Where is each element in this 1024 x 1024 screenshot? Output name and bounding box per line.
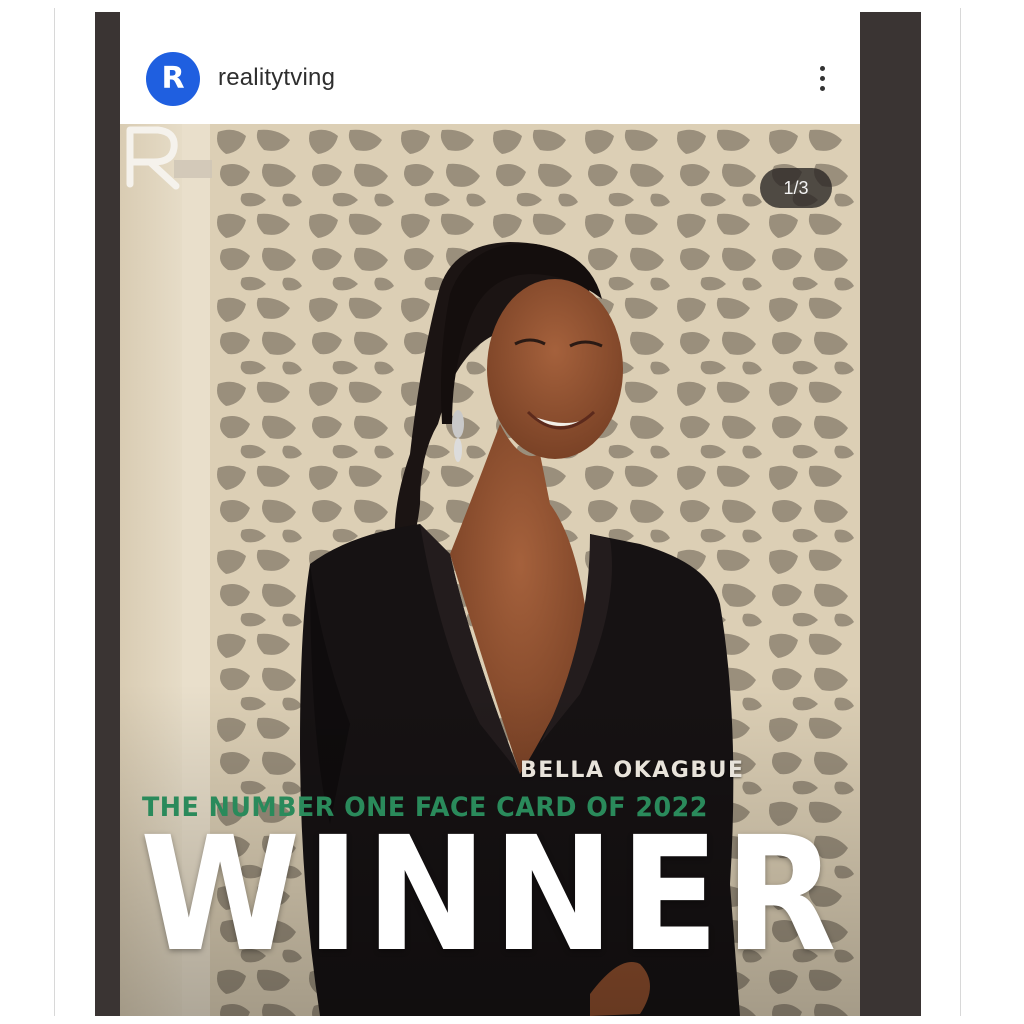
more-options-button[interactable] <box>810 58 834 98</box>
avatar-letter: R <box>161 61 185 96</box>
post-header: R realitytving <box>120 12 860 124</box>
more-vertical-icon <box>819 65 825 71</box>
r-logo-icon <box>126 126 212 190</box>
post-photo[interactable]: 1/3 BELLA OKAGBUE THE NUMBER ONE FACE CA… <box>120 124 860 1016</box>
more-dot <box>819 75 825 81</box>
right-divider <box>960 8 961 1016</box>
name-caption: BELLA OKAGBUE <box>520 758 745 783</box>
instagram-post: R realitytving 1/3 BELLA OKAGBUE THE NUM… <box>120 12 860 1016</box>
more-dot <box>819 85 825 91</box>
winner-headline: WINNER <box>140 803 843 987</box>
page: R realitytving 1/3 BELLA OKAGBUE THE NUM… <box>0 0 1024 1024</box>
username-link[interactable]: realitytving <box>218 64 335 92</box>
profile-avatar[interactable]: R <box>146 52 200 106</box>
left-divider <box>54 8 55 1016</box>
slide-counter-badge: 1/3 <box>760 168 832 208</box>
